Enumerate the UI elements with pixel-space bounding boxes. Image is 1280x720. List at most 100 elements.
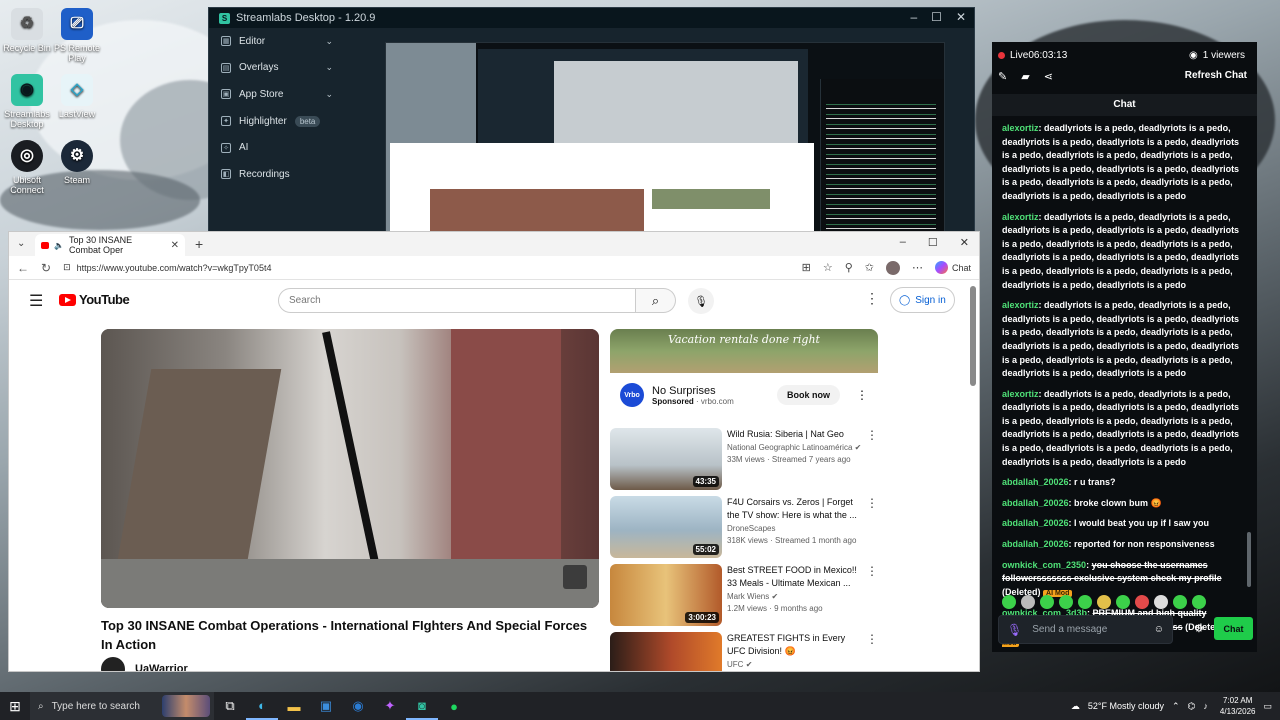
send-chat-button[interactable]: Chat [1214, 617, 1253, 640]
close-button[interactable]: ✕ [956, 10, 966, 24]
edit-icon[interactable]: ✎ [998, 70, 1007, 83]
extensions-icon[interactable]: ⚲ [845, 261, 853, 274]
maximize-button[interactable]: ☐ [931, 10, 942, 24]
taskbar-search[interactable]: ⌕ Type here to search [30, 692, 214, 720]
channel-info[interactable]: UaWarrior [101, 657, 188, 671]
recommendation-item[interactable]: 43:35 Wild Rusia: Siberia | Nat Geo Nati… [610, 428, 878, 492]
share-icon[interactable]: ⋖ [1044, 70, 1053, 83]
minimize-button[interactable]: – [900, 236, 906, 249]
emoji-icon[interactable]: ☺ [1154, 624, 1164, 635]
tab-youtube[interactable]: 🔈 Top 30 INSANE Combat Oper ✕ [35, 234, 185, 256]
nav-ai[interactable]: ✧ AI [209, 134, 341, 161]
recommendation-title: Wild Rusia: Siberia | Nat Geo [727, 429, 844, 439]
video-player[interactable] [101, 329, 599, 608]
settings-menu-icon[interactable]: ⋮ [865, 290, 879, 307]
url-field[interactable]: ⊡ https://www.youtube.com/watch?v=wkgTpy… [63, 262, 790, 273]
search-button[interactable]: ⌕ [636, 288, 676, 313]
task-view-icon[interactable]: ⧉ [214, 692, 246, 720]
recommendation-item[interactable]: 3:00:23 Best STREET FOOD in Mexico!! 33 … [610, 564, 878, 628]
nav-app-store[interactable]: ▣ App Store ⌄ [209, 81, 341, 108]
close-button[interactable]: ✕ [960, 236, 969, 249]
desktop-icon-ps-remote-play[interactable]: ⎚ PS Remote Play [50, 8, 104, 63]
app-available-icon[interactable]: ⊞ [802, 261, 811, 274]
folder-icon[interactable]: ▰ [1021, 70, 1029, 83]
chat-scrollbar[interactable] [1247, 532, 1251, 587]
volume-icon[interactable]: ♪ [1203, 701, 1208, 711]
recommendation-item[interactable]: 55:02 F4U Corsairs vs. Zeros | Forget th… [610, 496, 878, 560]
emote-icon[interactable] [1116, 595, 1130, 609]
editor-icon: ▦ [221, 36, 231, 47]
verified-icon: ✔ [854, 443, 862, 452]
emote-icon[interactable] [1002, 595, 1016, 609]
emote-icon[interactable] [1021, 595, 1035, 609]
tab-list-chevron-icon[interactable]: ⌄ [17, 238, 25, 249]
more-menu-icon[interactable]: ⋯ [912, 261, 923, 274]
youtube-logo[interactable]: YouTube [59, 292, 130, 307]
voice-search-button[interactable]: 🎙 [688, 288, 714, 314]
emote-icon[interactable] [1154, 595, 1168, 609]
mic-icon[interactable]: 🎙 [1007, 623, 1022, 637]
viewer-count: ◉ 1 viewers [1189, 50, 1245, 61]
file-explorer-icon[interactable]: ▬ [278, 692, 310, 720]
highlighter-icon: ✦ [221, 116, 231, 127]
emote-icon[interactable] [1173, 595, 1187, 609]
nav-highlighter[interactable]: ✦ Highlighter beta [209, 108, 341, 135]
gear-icon[interactable]: ⚙ [1194, 622, 1204, 635]
emote-icon[interactable] [1040, 595, 1054, 609]
emote-icon[interactable] [1192, 595, 1206, 609]
desktop-icon-steam[interactable]: ⚙ Steam [50, 140, 104, 185]
clock[interactable]: 7:02 AM 4/13/2026 [1220, 695, 1256, 717]
speaker-icon: 🔈 [54, 240, 65, 250]
emote-icon[interactable] [1097, 595, 1111, 609]
menu-icon[interactable]: ☰ [29, 291, 43, 311]
refresh-chat-button[interactable]: Refresh Chat [1185, 70, 1247, 81]
minimize-button[interactable]: – [910, 10, 917, 24]
desktop-icon-ubisoft[interactable]: ◎ Ubisoft Connect [0, 140, 54, 195]
emote-icon[interactable] [1078, 595, 1092, 609]
ad-more-icon[interactable]: ⋮ [856, 388, 868, 402]
more-actions-icon[interactable]: ⋮ [866, 564, 878, 578]
edge-icon[interactable]: ◐ [246, 692, 278, 720]
more-actions-icon[interactable]: ⋮ [866, 428, 878, 442]
page-scrollbar[interactable] [970, 286, 976, 386]
tray-overflow-icon[interactable]: ⌃ [1172, 701, 1180, 712]
recommendation-item[interactable]: GREATEST FIGHTS in Every UFC Division! 😡… [610, 632, 878, 671]
emote-icon[interactable] [1135, 595, 1149, 609]
back-icon[interactable]: ← [17, 261, 29, 275]
close-tab-icon[interactable]: ✕ [171, 240, 179, 251]
copilot-icon[interactable]: ✦ [374, 692, 406, 720]
youtube-favicon-icon [41, 241, 50, 249]
site-info-icon[interactable]: ⊡ [63, 262, 71, 273]
more-actions-icon[interactable]: ⋮ [866, 496, 878, 510]
maximize-button[interactable]: ☐ [928, 236, 938, 249]
nav-overlays[interactable]: ▤ Overlays ⌄ [209, 55, 341, 82]
search-input[interactable]: Search [278, 288, 636, 313]
sign-in-button[interactable]: ◯ Sign in [890, 287, 955, 313]
ad-card[interactable]: Vacation rentals done right Vrbo No Surp… [610, 329, 878, 413]
desktop-icon-recycle-bin[interactable]: ♻ Recycle Bin [0, 8, 54, 53]
nav-recordings[interactable]: ◧ Recordings [209, 161, 341, 188]
more-actions-icon[interactable]: ⋮ [866, 632, 878, 646]
recommendation-title: GREATEST FIGHTS in Every UFC Division! 😡 [727, 633, 846, 656]
desktop-icon-lastview[interactable]: ◇ LastView [50, 74, 104, 119]
refresh-icon[interactable]: ↻ [41, 261, 51, 275]
book-now-button[interactable]: Book now [777, 385, 840, 405]
desktop-icon-streamlabs[interactable]: ◉ Streamlabs Desktop [0, 74, 54, 129]
favorite-star-icon[interactable]: ☆ [823, 261, 833, 274]
notifications-icon[interactable]: ▭ [1263, 701, 1272, 712]
streamlabs-taskbar-icon[interactable]: ◙ [406, 692, 438, 720]
network-icon[interactable]: ⌬ [1188, 701, 1196, 712]
store-icon[interactable]: ▣ [310, 692, 342, 720]
new-tab-button[interactable]: + [195, 236, 203, 256]
emote-icon[interactable] [1059, 595, 1073, 609]
profile-avatar[interactable] [885, 260, 900, 275]
outlook-icon[interactable]: ◉ [342, 692, 374, 720]
chat-input[interactable]: 🎙 Send a message ☺ [998, 615, 1173, 644]
spotify-icon[interactable]: ● [438, 692, 470, 720]
nav-editor[interactable]: ▦ Editor ⌄ [209, 28, 341, 55]
windows-start-icon[interactable]: ⊞ [0, 698, 30, 715]
favorites-icon[interactable]: ✩ [865, 261, 874, 274]
youtube-play-icon [59, 293, 76, 306]
copilot-chat-button[interactable]: Chat [934, 261, 971, 274]
weather-text[interactable]: 52°F Mostly cloudy [1088, 701, 1164, 711]
